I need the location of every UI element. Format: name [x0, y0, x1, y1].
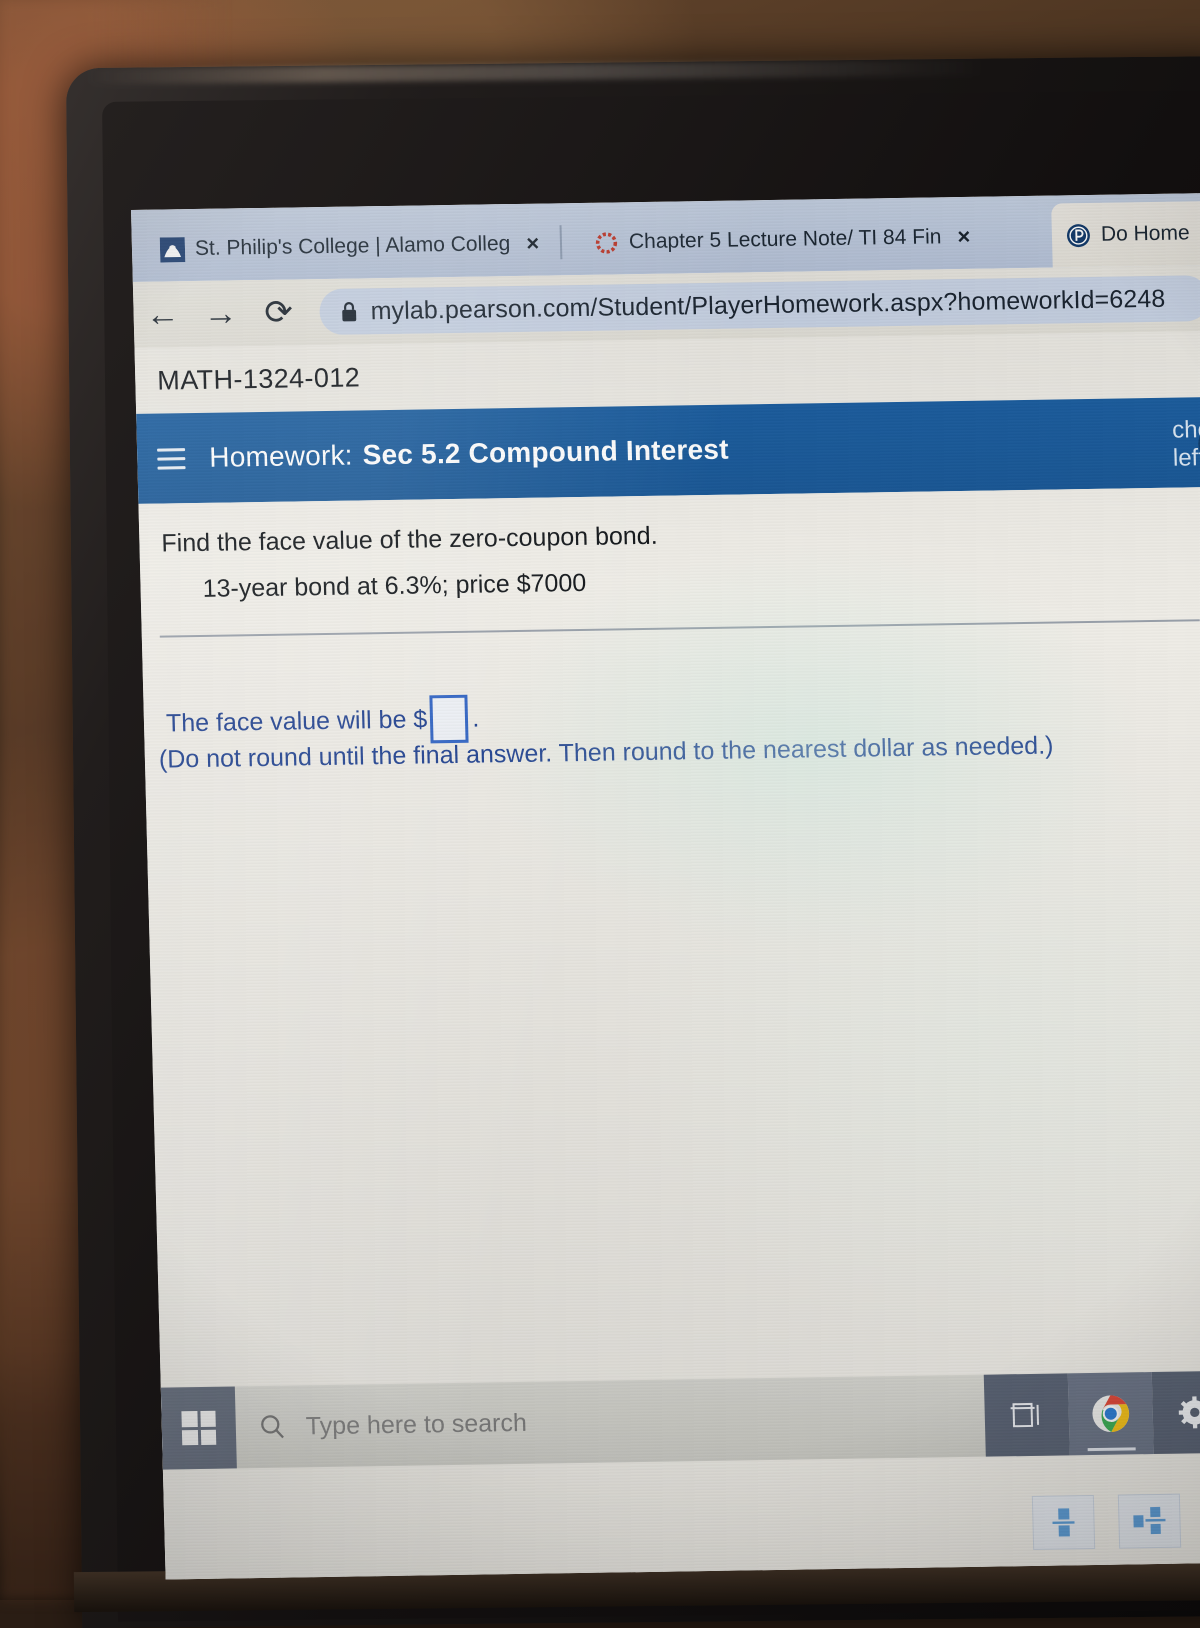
- tab-title: Chapter 5 Lecture Note/ TI 84 Fin: [629, 225, 942, 254]
- fraction-button[interactable]: [1032, 1495, 1095, 1550]
- chrome-glyph: [1090, 1393, 1131, 1434]
- search-icon: [257, 1412, 288, 1442]
- mixed-fraction-button[interactable]: [1118, 1494, 1181, 1549]
- answer-input[interactable]: [430, 695, 469, 744]
- tab-title: St. Philip's College | Alamo Colleg: [195, 232, 511, 261]
- gear-glyph: [1177, 1395, 1200, 1430]
- close-icon[interactable]: ×: [526, 231, 540, 257]
- question-detail: 13-year bond at 6.3%; price $7000: [202, 569, 586, 604]
- browser-tab-alamo[interactable]: St. Philip's College | Alamo Colleg ×: [145, 211, 575, 282]
- answer-prefix: The face value will be $: [166, 705, 428, 738]
- tab-title: Do Home: [1101, 221, 1190, 246]
- taskbar-search[interactable]: Type here to search: [235, 1408, 527, 1443]
- chrome-icon[interactable]: [1068, 1372, 1154, 1455]
- url-bar[interactable]: mylab.pearson.com/Student/PlayerHomework…: [319, 275, 1200, 335]
- laptop-screen: St. Philip's College | Alamo Colleg × Ch…: [131, 193, 1200, 1579]
- task-view-glyph: [1009, 1399, 1044, 1432]
- settings-gear-icon[interactable]: [1152, 1371, 1200, 1454]
- reload-button[interactable]: ⟳: [249, 295, 308, 330]
- taskbar-tray: [984, 1371, 1200, 1457]
- alamo-colleges-logo-icon: [160, 237, 186, 262]
- back-button[interactable]: ←: [133, 297, 192, 332]
- browser-tab-do-homework[interactable]: Do Home: [1051, 199, 1200, 267]
- pearson-p-icon: [1066, 222, 1092, 247]
- browser-tab-chapter5[interactable]: Chapter 5 Lecture Note/ TI 84 Fin ×: [579, 203, 1069, 275]
- taskbar-search-placeholder: Type here to search: [305, 1408, 527, 1440]
- question-prompt: Find the face value of the zero-coupon b…: [161, 522, 658, 559]
- chrome-active-indicator: [1088, 1447, 1136, 1451]
- red-circle-icon: [594, 230, 620, 255]
- forward-button[interactable]: →: [191, 296, 250, 331]
- homework-header: Homework: Sec 5.2 Compound Interest chev…: [136, 396, 1200, 503]
- windows-taskbar: Type here to search: [161, 1371, 1200, 1470]
- homework-label: Homework:: [209, 440, 353, 474]
- mixed-fraction-icon: [1132, 1504, 1167, 1539]
- answer-suffix: .: [472, 704, 480, 733]
- padlock-icon: [339, 300, 359, 323]
- url-text: mylab.pearson.com/Student/PlayerHomework…: [370, 284, 1165, 325]
- math-palette: [1032, 1491, 1200, 1550]
- close-icon[interactable]: ×: [957, 224, 971, 250]
- fraction-icon: [1050, 1505, 1077, 1539]
- section-divider: [160, 619, 1200, 637]
- course-name: MATH-1324-012: [135, 362, 361, 397]
- hamburger-menu-icon[interactable]: [157, 448, 186, 469]
- homework-title: Sec 5.2 Compound Interest: [362, 434, 729, 472]
- task-view-icon[interactable]: [984, 1373, 1070, 1456]
- answer-row: The face value will be $ .: [165, 695, 479, 748]
- windows-start-icon[interactable]: [161, 1386, 237, 1469]
